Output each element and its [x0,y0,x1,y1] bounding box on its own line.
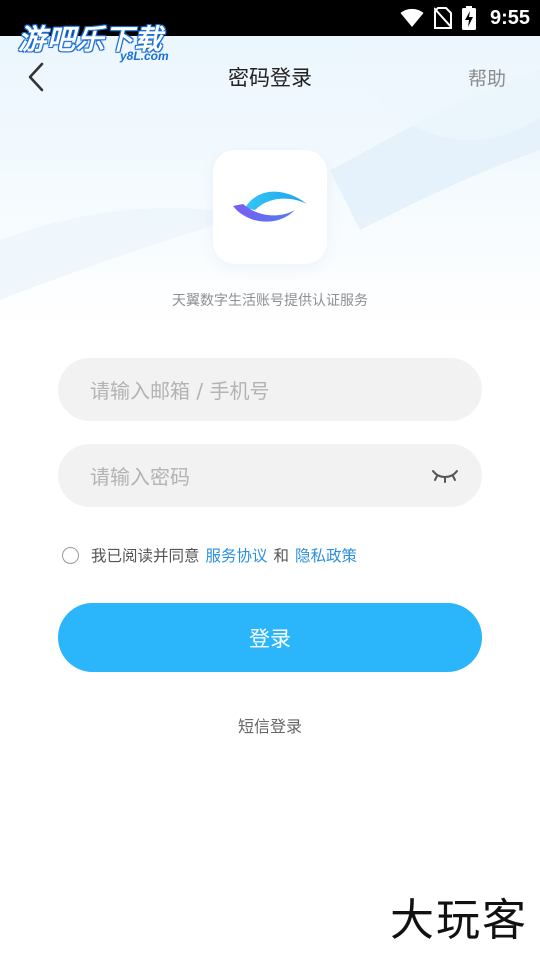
service-agreement-link[interactable]: 服务协议 [206,544,268,566]
status-icons: 9:55 [400,0,530,36]
status-time: 9:55 [489,6,530,29]
auth-caption: 天翼数字生活账号提供认证服务 [172,293,368,309]
agreement-and-text: 和 [273,547,290,565]
page-title: 密码登录 [228,66,312,90]
sms-login-link[interactable]: 短信登录 [0,713,540,737]
wifi-icon [400,8,424,27]
eye-closed-icon [432,470,458,483]
agree-checkbox[interactable] [62,546,79,564]
agreement-prefix: 我已阅读并同意 [91,547,200,565]
account-input[interactable] [88,358,422,423]
app-logo [213,150,327,264]
login-button[interactable]: 登录 [58,603,482,672]
agreement-row: 我已阅读并同意 服务协议 和 隐私政策 [62,543,357,567]
battery-charging-icon [461,6,476,30]
password-visibility-toggle[interactable] [430,463,460,489]
help-link[interactable]: 帮助 [468,64,506,91]
account-field[interactable] [58,358,482,423]
no-sim-icon [433,7,452,29]
tianyi-logo-icon [233,191,307,222]
privacy-policy-link[interactable]: 隐私政策 [295,544,357,566]
watermark-bottom: 大玩客 [390,895,528,946]
password-field[interactable] [58,444,482,509]
password-input[interactable] [88,444,422,509]
watermark-url: y8L.com [120,49,169,63]
